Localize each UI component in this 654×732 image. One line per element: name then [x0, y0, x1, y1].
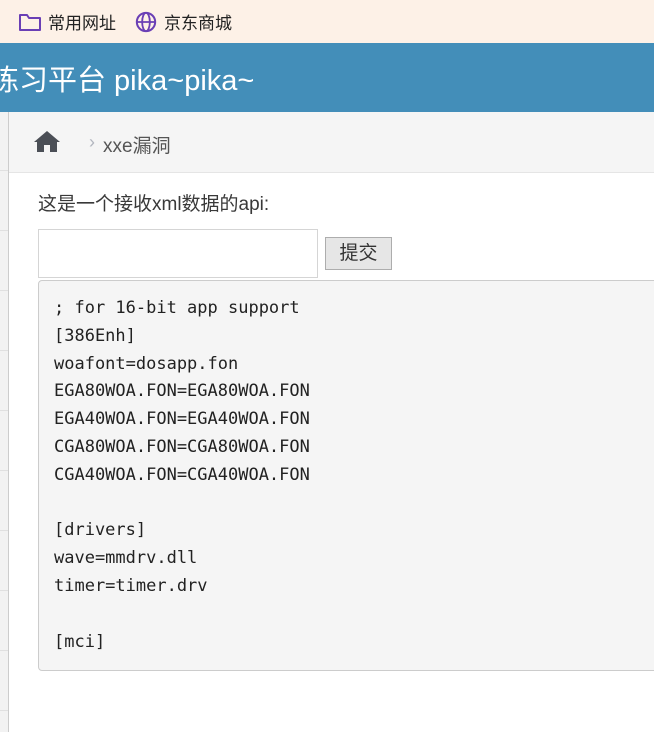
output-line: ; for 16-bit app support	[54, 298, 300, 318]
submit-button[interactable]: 提交	[325, 237, 392, 270]
bookmarks-bar: 常用网址 京东商城	[0, 0, 654, 43]
output-line: CGA80WOA.FON=CGA80WOA.FON	[54, 436, 310, 457]
breadcrumb-separator: ›	[89, 132, 95, 152]
bookmark-label: 常用网址	[48, 14, 116, 33]
top-navbar: 练习平台 pika~pika~	[0, 43, 654, 112]
breadcrumb: › xxe漏洞	[9, 112, 654, 173]
brand-title[interactable]: 练习平台 pika~pika~	[0, 57, 254, 99]
output-line: EGA40WOA.FON=EGA40WOA.FON	[54, 409, 310, 430]
bookmark-folder[interactable]: 常用网址	[18, 9, 116, 34]
xml-input[interactable]	[38, 229, 318, 278]
xml-output: ; for 16-bit app support [386Enh] woafon…	[38, 280, 654, 671]
output-line: [mci]	[54, 631, 106, 652]
output-line: timer=timer.drv	[54, 575, 208, 596]
sidebar	[0, 112, 9, 732]
bookmark-link[interactable]: 京东商城	[134, 9, 232, 34]
output-line: [drivers]	[54, 520, 147, 541]
output-line: wave=mmdrv.dll	[54, 548, 198, 569]
output-line: CGA40WOA.FON=CGA40WOA.FON	[54, 464, 310, 485]
globe-icon	[135, 11, 157, 32]
bookmark-label: 京东商城	[164, 14, 232, 33]
breadcrumb-current[interactable]: xxe漏洞	[103, 131, 171, 158]
output-line: [386Enh]	[54, 325, 136, 346]
folder-icon	[19, 13, 41, 31]
output-line: woafont=dosapp.fon	[54, 353, 239, 374]
home-icon[interactable]	[33, 129, 61, 153]
output-line: EGA80WOA.FON=EGA80WOA.FON	[54, 381, 310, 402]
intro-text: 这是一个接收xml数据的api:	[38, 194, 270, 215]
